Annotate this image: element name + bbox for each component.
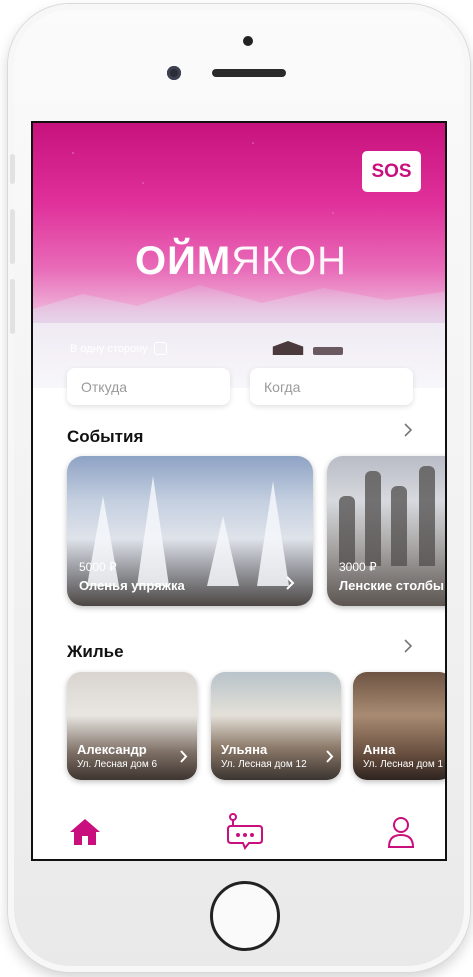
snowy-tree: [257, 481, 289, 586]
event-name: Оленья упряжка: [79, 578, 185, 593]
logo-bold-part: ОЙМ: [135, 239, 232, 283]
host-address: Ул. Лесная дом 6: [77, 759, 158, 770]
tab-assistant[interactable]: [225, 812, 265, 852]
logo-light-part: ЯКОН: [231, 239, 347, 283]
event-open-chevron-icon[interactable]: [285, 576, 295, 595]
housing-open-chevron-icon[interactable]: [325, 750, 334, 767]
volume-up-button: [10, 209, 15, 264]
from-placeholder: Откуда: [81, 378, 128, 395]
oneway-checkbox[interactable]: [153, 342, 167, 355]
profile-icon: [387, 817, 415, 848]
housing-card-alexander[interactable]: Александр Ул. Лесная дом 6: [67, 672, 197, 780]
tab-home[interactable]: [65, 812, 105, 852]
mute-switch: [10, 154, 15, 184]
event-card-reindeer[interactable]: 5000 ₽ Оленья упряжка: [67, 456, 313, 606]
home-icon: [70, 819, 100, 845]
host-name: Анна: [363, 742, 396, 757]
oneway-label: В одну сторону: [70, 342, 148, 355]
event-price: 5000 ₽: [79, 560, 117, 574]
volume-down-button: [10, 279, 15, 334]
events-section-title: События: [67, 427, 144, 446]
proximity-sensor: [243, 36, 253, 46]
hut-illustration-2: [313, 347, 343, 355]
snowy-tree: [137, 476, 169, 586]
when-placeholder: Когда: [264, 378, 301, 395]
host-address: Ул. Лесная дом 12: [221, 759, 307, 770]
housing-card-anna[interactable]: Анна Ул. Лесная дом 1: [353, 672, 445, 780]
snowy-tree: [207, 516, 239, 586]
host-name: Александр: [77, 742, 147, 757]
rock-pillar: [339, 496, 355, 566]
rock-pillar: [365, 471, 381, 566]
event-card-lena-pillars[interactable]: 3000 ₽ Ленские столбы: [327, 456, 445, 606]
chat-bot-icon: [227, 813, 263, 850]
earpiece-speaker: [212, 69, 286, 77]
app-logo: ОЙМЯКОН: [33, 239, 445, 284]
bottom-tab-bar: [33, 806, 445, 859]
sos-button[interactable]: SOS: [362, 151, 421, 192]
housing-more-chevron-icon[interactable]: [403, 639, 415, 653]
event-price: 3000 ₽: [339, 560, 377, 574]
housing-card-ulyana[interactable]: Ульяна Ул. Лесная дом 12: [211, 672, 341, 780]
app-screen: SOS ОЙМЯКОН В одну сторону Откуда Когда …: [31, 121, 447, 861]
events-more-chevron-icon[interactable]: [403, 423, 415, 437]
host-address: Ул. Лесная дом 1: [363, 759, 444, 770]
rock-pillar: [391, 486, 407, 566]
when-field[interactable]: Когда: [250, 368, 413, 405]
from-field[interactable]: Откуда: [67, 368, 230, 405]
front-camera: [167, 66, 181, 80]
event-name: Ленские столбы: [339, 578, 445, 593]
host-name: Ульяна: [221, 742, 268, 757]
housing-open-chevron-icon[interactable]: [179, 750, 188, 767]
oneway-option[interactable]: В одну сторону: [70, 342, 167, 355]
housing-section-title: Жилье: [67, 642, 124, 661]
hero-banner: SOS ОЙМЯКОН В одну сторону: [33, 123, 445, 388]
rock-pillar: [419, 466, 435, 566]
tab-profile[interactable]: [381, 812, 421, 852]
home-button[interactable]: [210, 881, 280, 951]
